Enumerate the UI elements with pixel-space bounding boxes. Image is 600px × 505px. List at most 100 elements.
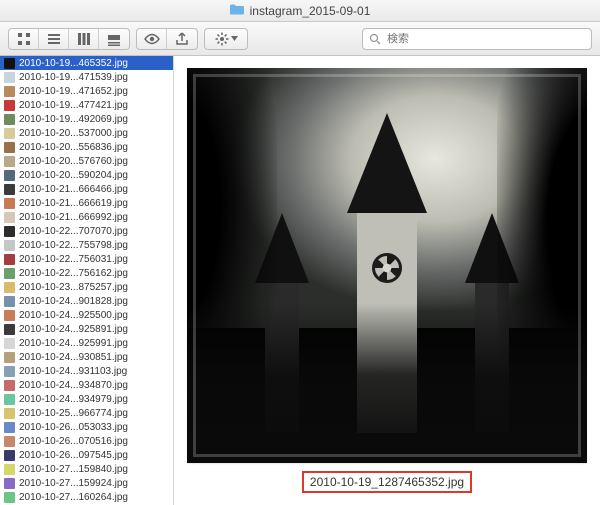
file-thumbnail — [4, 114, 15, 125]
file-row[interactable]: 2010-10-24...931103.jpg — [0, 364, 173, 378]
file-row[interactable]: 2010-10-19...471652.jpg — [0, 84, 173, 98]
file-row[interactable]: 2010-10-26...070516.jpg — [0, 434, 173, 448]
chevron-down-icon — [231, 36, 238, 41]
share-button[interactable] — [167, 29, 197, 49]
toolbar — [0, 22, 600, 56]
file-thumbnail — [4, 492, 15, 503]
file-row[interactable]: 2010-10-20...556836.jpg — [0, 140, 173, 154]
view-icon-button[interactable] — [9, 29, 39, 49]
file-name: 2010-10-19...471652.jpg — [19, 86, 128, 97]
file-row[interactable]: 2010-10-27...160264.jpg — [0, 490, 173, 504]
file-thumbnail — [4, 170, 15, 181]
file-thumbnail — [4, 310, 15, 321]
file-name: 2010-10-24...925500.jpg — [19, 310, 128, 321]
file-row[interactable]: 2010-10-24...901828.jpg — [0, 294, 173, 308]
file-name: 2010-10-24...930851.jpg — [19, 352, 128, 363]
file-row[interactable]: 2010-10-20...576760.jpg — [0, 154, 173, 168]
file-row[interactable]: 2010-10-19...477421.jpg — [0, 98, 173, 112]
preview-image[interactable] — [187, 68, 587, 463]
file-row[interactable]: 2010-10-25...966774.jpg — [0, 406, 173, 420]
file-name: 2010-10-20...576760.jpg — [19, 156, 128, 167]
file-name: 2010-10-24...934870.jpg — [19, 380, 128, 391]
file-name: 2010-10-27...159924.jpg — [19, 478, 128, 489]
action-menu-button[interactable] — [204, 28, 248, 50]
file-name: 2010-10-26...053033.jpg — [19, 422, 128, 433]
file-name: 2010-10-20...556836.jpg — [19, 142, 128, 153]
file-row[interactable]: 2010-10-20...537000.jpg — [0, 126, 173, 140]
file-name: 2010-10-21...666619.jpg — [19, 198, 128, 209]
file-name: 2010-10-22...756031.jpg — [19, 254, 128, 265]
file-name: 2010-10-19...471539.jpg — [19, 72, 128, 83]
file-name: 2010-10-25...966774.jpg — [19, 408, 128, 419]
file-thumbnail — [4, 142, 15, 153]
file-row[interactable]: 2010-10-24...925891.jpg — [0, 322, 173, 336]
file-thumbnail — [4, 352, 15, 363]
file-name: 2010-10-24...901828.jpg — [19, 296, 128, 307]
file-thumbnail — [4, 450, 15, 461]
view-coverflow-button[interactable] — [99, 29, 129, 49]
preview-pane: 2010-10-19_1287465352.jpg — [174, 56, 600, 505]
file-row[interactable]: 2010-10-27...159924.jpg — [0, 476, 173, 490]
file-name: 2010-10-21...666992.jpg — [19, 212, 128, 223]
window-title: instagram_2015-09-01 — [250, 4, 371, 18]
file-thumbnail — [4, 366, 15, 377]
file-row[interactable]: 2010-10-24...934979.jpg — [0, 392, 173, 406]
file-thumbnail — [4, 72, 15, 83]
preview-filename: 2010-10-19_1287465352.jpg — [302, 471, 472, 493]
file-thumbnail — [4, 58, 15, 69]
file-row[interactable]: 2010-10-24...934870.jpg — [0, 378, 173, 392]
file-thumbnail — [4, 198, 15, 209]
file-row[interactable]: 2010-10-22...756162.jpg — [0, 266, 173, 280]
file-row[interactable]: 2010-10-24...930851.jpg — [0, 350, 173, 364]
file-name: 2010-10-22...707070.jpg — [19, 226, 128, 237]
file-name: 2010-10-20...590204.jpg — [19, 170, 128, 181]
file-thumbnail — [4, 478, 15, 489]
file-name: 2010-10-26...070516.jpg — [19, 436, 128, 447]
file-row[interactable]: 2010-10-19...465352.jpg — [0, 56, 173, 70]
file-thumbnail — [4, 156, 15, 167]
file-row[interactable]: 2010-10-21...666466.jpg — [0, 182, 173, 196]
file-thumbnail — [4, 394, 15, 405]
file-row[interactable]: 2010-10-26...097545.jpg — [0, 448, 173, 462]
file-name: 2010-10-22...755798.jpg — [19, 240, 128, 251]
file-name: 2010-10-26...097545.jpg — [19, 450, 128, 461]
file-row[interactable]: 2010-10-24...925500.jpg — [0, 308, 173, 322]
file-thumbnail — [4, 212, 15, 223]
file-thumbnail — [4, 436, 15, 447]
view-column-button[interactable] — [69, 29, 99, 49]
file-row[interactable]: 2010-10-24...925991.jpg — [0, 336, 173, 350]
file-name: 2010-10-27...159840.jpg — [19, 464, 128, 475]
file-name: 2010-10-24...925991.jpg — [19, 338, 128, 349]
file-name: 2010-10-24...925891.jpg — [19, 324, 128, 335]
file-name: 2010-10-19...492069.jpg — [19, 114, 128, 125]
file-row[interactable]: 2010-10-19...471539.jpg — [0, 70, 173, 84]
file-row[interactable]: 2010-10-20...590204.jpg — [0, 168, 173, 182]
quicklook-button[interactable] — [137, 29, 167, 49]
file-name: 2010-10-23...875257.jpg — [19, 282, 128, 293]
file-name: 2010-10-24...934979.jpg — [19, 394, 128, 405]
file-thumbnail — [4, 100, 15, 111]
file-thumbnail — [4, 254, 15, 265]
file-row[interactable]: 2010-10-22...756031.jpg — [0, 252, 173, 266]
file-row[interactable]: 2010-10-22...707070.jpg — [0, 224, 173, 238]
file-name: 2010-10-21...666466.jpg — [19, 184, 128, 195]
file-list[interactable]: 2010-10-19...465352.jpg 2010-10-19...4715… — [0, 56, 174, 505]
file-thumbnail — [4, 338, 15, 349]
file-name: 2010-10-22...756162.jpg — [19, 268, 128, 279]
search-input[interactable] — [387, 33, 585, 45]
file-row[interactable]: 2010-10-19...492069.jpg — [0, 112, 173, 126]
file-row[interactable]: 2010-10-23...875257.jpg — [0, 280, 173, 294]
folder-icon — [230, 4, 244, 18]
file-thumbnail — [4, 226, 15, 237]
file-row[interactable]: 2010-10-21...666992.jpg — [0, 210, 173, 224]
file-thumbnail — [4, 408, 15, 419]
file-thumbnail — [4, 282, 15, 293]
search-field[interactable] — [362, 28, 592, 50]
file-row[interactable]: 2010-10-26...053033.jpg — [0, 420, 173, 434]
file-name: 2010-10-19...477421.jpg — [19, 100, 128, 111]
file-row[interactable]: 2010-10-22...755798.jpg — [0, 238, 173, 252]
file-row[interactable]: 2010-10-21...666619.jpg — [0, 196, 173, 210]
window-titlebar: instagram_2015-09-01 — [0, 0, 600, 22]
view-list-button[interactable] — [39, 29, 69, 49]
file-row[interactable]: 2010-10-27...159840.jpg — [0, 462, 173, 476]
